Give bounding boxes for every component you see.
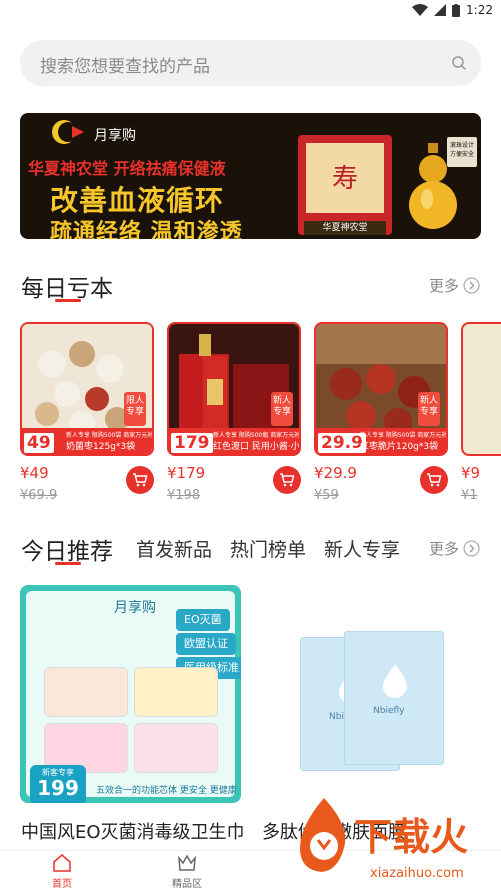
deal-price-badge: 179 [171,433,213,453]
banner-badge: 滚珠设计 方便安全 [447,137,477,167]
product-box-image: 寿 华夏神农堂 [298,135,392,235]
deal-card[interactable]: 限人专享 49 新人专享 限购500袋 商家万元补贴 奶菌枣125g*3袋 ¥4… [20,322,154,503]
status-icons: 1:22 [412,3,493,17]
pad-package [134,667,218,717]
deal-name: 红枣脆片120g*3袋 [360,442,439,452]
mask-sheet-image: Nbiefly [344,631,444,765]
mask-brand: Nbiefly [373,706,405,716]
watermark: 下载火 xiazaihuo.com [290,790,501,892]
deal-card[interactable]: 新人专享 179 新人专享 限购500瓶 商家万元补贴 红色渡口 民用小酱·小锦… [167,322,301,503]
product-brand: 月享购 [114,600,156,616]
crown-icon [178,854,196,871]
more-label: 更多 [428,540,459,558]
svg-text:寿: 寿 [332,164,358,194]
cart-icon [280,473,295,487]
deal-strip: 49 新人专享 限购500袋 商家万元补贴 奶菌枣125g*3袋 [22,428,152,454]
deal-name: 红色渡口 民用小酱·小锦 [213,442,299,452]
deal-image [461,322,501,456]
box-label: 华夏神农堂 [304,221,386,235]
signal-icon [434,4,447,16]
nav-home[interactable]: 首页 [32,853,92,890]
deal-price-badge: 29.9 [318,433,366,453]
feature-pill: EO灭菌 [176,609,230,631]
watermark-url: xiazaihuo.com [370,866,464,881]
status-bar: 1:22 [0,0,501,22]
search-icon[interactable] [451,55,467,71]
tab-hot-ranking[interactable]: 热门榜单 [230,535,306,562]
deal-card[interactable]: 新人专享 29.9 新人专享 限购500袋 商家万元补贴 红枣脆片120g*3袋… [314,322,448,503]
deal-strip: 29.9 新人专享 限购500袋 商家万元补贴 红枣脆片120g*3袋 [316,428,446,454]
daily-deals-title: 每日亏本 [21,276,113,302]
deal-promo: 新人专享 限购500袋 商家万元补贴 [360,432,448,439]
deal-strip: 179 新人专享 限购500瓶 商家万元补贴 红色渡口 民用小酱·小锦 [169,428,299,454]
deal-tag: 新人专享 [418,392,440,426]
deal-promo: 新人专享 限购500袋 商家万元补贴 [66,432,154,439]
promo-banner[interactable]: 月享购 华夏神农堂 开络祛痛保健液 改善血液循环 疏通经络 温和渗透 寿 华夏神… [20,113,481,239]
banner-headline: 改善血液循环 [50,184,225,217]
daily-deals-more-button[interactable]: 更多 [429,275,480,296]
tab-active-underline [55,562,81,565]
deal-promo: 新人专享 限购500瓶 商家万元补贴 [213,432,301,439]
pad-packages-image [44,667,220,777]
banner-slogan: 华夏神农堂 开络祛痛保健液 [28,159,226,178]
tab-today-recommend[interactable]: 今日推荐 [21,532,113,566]
deal-name: 奶菌枣125g*3袋 [66,442,136,452]
nav-label: 首页 [52,879,72,890]
product-title[interactable]: 中国风EO灭菌消毒级卫生巾 [21,818,245,844]
product-card[interactable]: Nbiefly Nbiefly [260,585,481,803]
feature-pill: 欧盟认证 [176,633,236,655]
home-icon [53,854,71,872]
product-card[interactable]: 月享购 EO灭菌 欧盟认证 医用级标准 新客专享 199 五效合一的功能芯体 更… [20,585,241,803]
deal-tag: 新人专享 [271,392,293,426]
banner-logo: 月享购 [50,118,150,146]
cart-icon [133,473,148,487]
banner-subline: 疏通经络 温和渗透 [50,220,243,239]
search-placeholder: 搜索您想要查找的产品 [40,57,210,77]
nav-label: 精品区 [172,879,202,890]
deal-card-partial[interactable]: ¥9 ¥1 [461,322,501,502]
tab-new-release[interactable]: 首发新品 [136,535,212,562]
battery-icon [452,3,461,17]
deal-old-price: ¥1 [461,488,478,502]
search-input[interactable]: 搜索您想要查找的产品 [20,40,481,86]
title-underline [55,299,81,302]
chevron-right-icon [463,277,480,294]
product-caption: 五效合一的功能芯体 更安全 更健康 [96,786,237,796]
pad-package [44,667,128,717]
pad-package [134,723,218,773]
recommend-more-button[interactable]: 更多 [429,538,480,559]
brand-logo-icon [52,120,84,144]
add-to-cart-button[interactable] [420,466,448,494]
add-to-cart-button[interactable] [273,466,301,494]
water-drop-icon [383,664,407,698]
more-label: 更多 [428,277,459,295]
add-to-cart-button[interactable] [126,466,154,494]
nav-premium[interactable]: 精品区 [157,853,217,890]
status-time: 1:22 [466,3,493,17]
cart-icon [427,473,442,487]
deal-price-badge: 49 [24,433,54,453]
deal-image: 限人专享 49 新人专享 限购500袋 商家万元补贴 奶菌枣125g*3袋 [20,322,154,456]
deal-tag: 限人专享 [124,392,146,426]
product-price-badge: 新客专享 199 [30,765,86,803]
deal-image: 新人专享 179 新人专享 限购500瓶 商家万元补贴 红色渡口 民用小酱·小锦 [167,322,301,456]
watermark-text: 下载火 [354,815,469,859]
price-value: 199 [37,776,79,800]
flame-logo-icon [300,798,346,872]
deal-image: 新人专享 29.9 新人专享 限购500袋 商家万元补贴 红枣脆片120g*3袋 [314,322,448,456]
chevron-right-icon [463,540,480,557]
banner-brand-name: 月享购 [94,128,136,144]
box-pattern-icon: 寿 [306,143,384,213]
deal-price: ¥9 [461,464,481,482]
wifi-icon [412,4,429,16]
tab-newcomer[interactable]: 新人专享 [324,535,400,562]
